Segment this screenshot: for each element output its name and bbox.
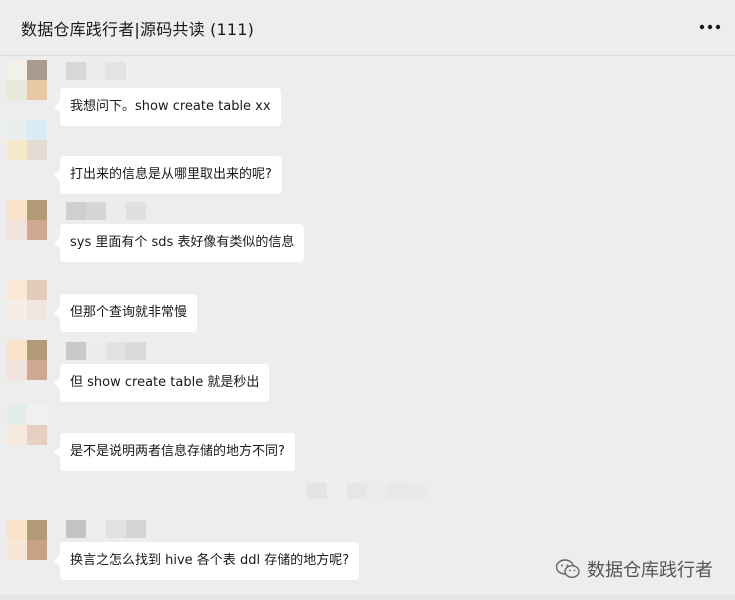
message-bubble[interactable]: 换言之怎么找到 hive 各个表 ddl 存储的地方呢? bbox=[53, 542, 360, 580]
chat-header: 数据仓库践行者|源码共读 (111) bbox=[0, 0, 735, 56]
avatar[interactable] bbox=[7, 280, 47, 320]
avatar[interactable] bbox=[7, 405, 47, 445]
sender-name-blurred bbox=[66, 62, 148, 80]
message-bubble[interactable]: 但 show create table 就是秒出 bbox=[53, 364, 270, 402]
message-bubble[interactable]: 打出来的信息是从哪里取出来的呢? bbox=[54, 156, 282, 194]
input-area-edge bbox=[0, 595, 735, 600]
avatar[interactable] bbox=[7, 520, 47, 560]
message-bubble[interactable]: 我想问下。show create table xx bbox=[54, 88, 281, 126]
sender-name-blurred bbox=[66, 202, 148, 220]
avatar[interactable] bbox=[7, 60, 47, 100]
watermark-text: 数据仓库践行者 bbox=[587, 560, 713, 581]
more-icon[interactable] bbox=[699, 20, 721, 34]
wechat-icon bbox=[555, 559, 580, 579]
avatar[interactable] bbox=[7, 340, 47, 380]
avatar[interactable] bbox=[7, 200, 47, 240]
message-bubble[interactable]: 但那个查询就非常慢 bbox=[53, 294, 198, 332]
sender-name-blurred bbox=[66, 520, 148, 538]
watermark: 数据仓库践行者 bbox=[555, 556, 713, 582]
message-bubble[interactable]: sys 里面有个 sds 表好像有类似的信息 bbox=[53, 224, 305, 262]
chat-title: 数据仓库践行者|源码共读 (111) bbox=[21, 20, 255, 39]
message-bubble[interactable]: 是不是说明两者信息存储的地方不同? bbox=[54, 433, 295, 471]
sender-name-blurred bbox=[66, 342, 148, 360]
avatar[interactable] bbox=[7, 120, 47, 160]
system-notice-blurred bbox=[307, 483, 427, 499]
